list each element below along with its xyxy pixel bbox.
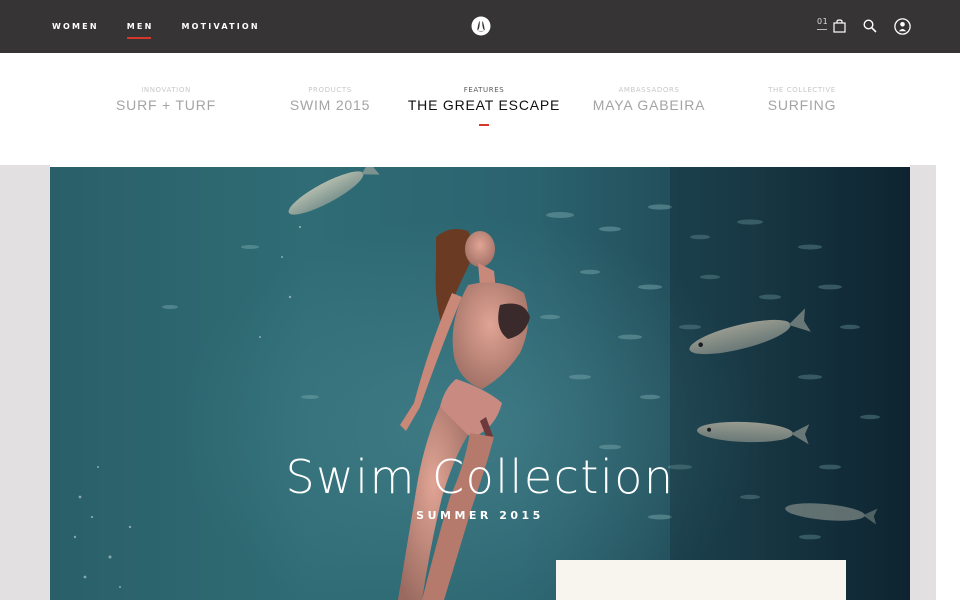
category-kicker: AMBASSADORS (618, 86, 680, 94)
hero-banner[interactable]: Swim Collection SUMMER 2015 (50, 167, 910, 600)
nav-link-motivation[interactable]: MOTIVATION (181, 22, 259, 31)
category-kicker: THE COLLECTIVE (768, 86, 836, 94)
primary-nav: WOMEN MEN MOTIVATION (52, 0, 288, 53)
category-tab-the-great-escape[interactable]: FEATURES THE GREAT ESCAPE (404, 86, 564, 126)
category-title: SURF + TURF (116, 97, 216, 113)
category-tab-swim-2015[interactable]: PRODUCTS SWIM 2015 (280, 86, 380, 113)
active-tab-indicator (479, 124, 489, 126)
page-gutter-right (910, 165, 936, 600)
underwater-hero-image (73, 167, 910, 600)
category-kicker: PRODUCTS (308, 86, 352, 94)
category-tab-surfing[interactable]: THE COLLECTIVE SURFING (752, 86, 852, 113)
cart-button[interactable]: 01 (817, 17, 849, 37)
category-title: MAYA GABEIRA (592, 97, 706, 113)
promo-card[interactable] (556, 560, 846, 600)
nav-link-women[interactable]: WOMEN (52, 22, 99, 31)
page-gutter-left (0, 165, 50, 600)
nav-link-men[interactable]: MEN (126, 22, 154, 39)
category-title: SWIM 2015 (289, 97, 371, 113)
category-tab-surf-turf[interactable]: INNOVATION SURF + TURF (110, 86, 222, 113)
account-icon[interactable] (894, 18, 911, 35)
top-navigation-bar: WOMEN MEN MOTIVATION 01 (0, 0, 960, 53)
hero-title: Swim Collection (285, 450, 675, 504)
category-tab-maya-gabeira[interactable]: AMBASSADORS MAYA GABEIRA (584, 86, 714, 113)
category-kicker: INNOVATION (141, 86, 191, 94)
category-title: THE GREAT ESCAPE (407, 97, 561, 113)
category-kicker: FEATURES (463, 86, 505, 94)
hero-subtitle: SUMMER 2015 (416, 509, 544, 522)
lululemon-logo-icon[interactable] (471, 16, 491, 36)
shopping-bag-icon (833, 19, 846, 33)
cart-count: 01 (817, 17, 829, 30)
search-icon[interactable] (863, 19, 877, 33)
feature-category-nav: INNOVATION SURF + TURF PRODUCTS SWIM 201… (0, 53, 960, 165)
category-title: SURFING (767, 97, 837, 113)
